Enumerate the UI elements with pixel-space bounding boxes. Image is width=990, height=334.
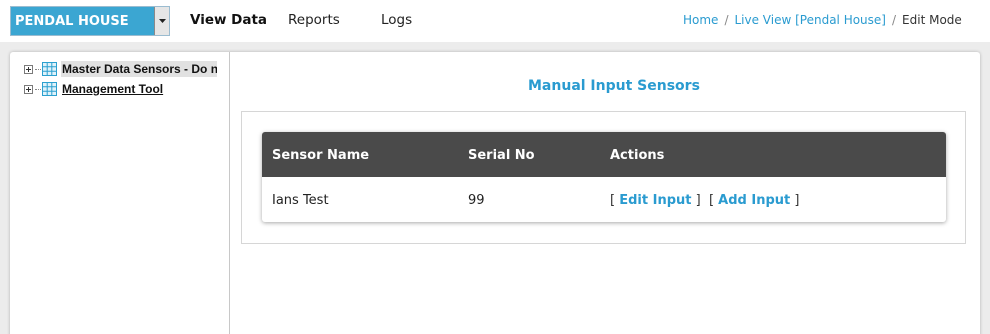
dropdown-arrow-icon[interactable] xyxy=(154,7,169,35)
site-selector-value: PENDAL HOUSE xyxy=(15,13,129,29)
cell-sensor-name: Ians Test xyxy=(272,193,329,208)
breadcrumb-current: Edit Mode xyxy=(902,13,962,27)
bracket-close: ] xyxy=(790,193,800,208)
breadcrumb-live-view[interactable]: Live View [Pendal House] xyxy=(734,13,886,27)
cell-serial-no: 99 xyxy=(468,193,485,208)
grid-icon xyxy=(42,62,57,76)
tree-item-management-tool[interactable]: Management Tool xyxy=(24,80,164,98)
breadcrumb: Home / Live View [Pendal House] / Edit Mode xyxy=(683,13,962,27)
expand-plus-icon[interactable] xyxy=(24,64,33,74)
nav-view-data[interactable]: View Data xyxy=(190,12,267,28)
nav-logs[interactable]: Logs xyxy=(381,12,412,28)
sensors-table: Sensor Name Serial No Actions Ians Test … xyxy=(262,132,946,222)
tree-item-label: Management Tool xyxy=(62,82,164,96)
table-header: Sensor Name Serial No Actions xyxy=(262,132,946,177)
breadcrumb-home[interactable]: Home xyxy=(683,13,718,27)
expand-plus-icon[interactable] xyxy=(24,84,33,94)
bracket-open: [ xyxy=(610,193,620,208)
edit-input-link[interactable]: Edit Input xyxy=(619,193,691,208)
bracket-close: ] xyxy=(691,193,701,208)
sensor-tree: Master Data Sensors - Do no Management T… xyxy=(10,52,230,334)
table-row: Ians Test 99 [ Edit Input ] [ Add Input … xyxy=(262,177,946,222)
nav-reports[interactable]: Reports xyxy=(288,12,340,28)
bracket-open: [ xyxy=(708,193,719,208)
site-selector[interactable]: PENDAL HOUSE xyxy=(10,6,170,36)
breadcrumb-separator: / xyxy=(724,13,729,27)
cell-actions: [ Edit Input ] [ Add Input ] xyxy=(610,193,799,208)
add-input-link[interactable]: Add Input xyxy=(718,193,790,208)
breadcrumb-separator: / xyxy=(891,13,897,27)
sensors-card: Sensor Name Serial No Actions Ians Test … xyxy=(241,111,966,244)
main-panel: Master Data Sensors - Do no Management T… xyxy=(10,52,980,334)
grid-icon xyxy=(42,82,57,96)
tree-connector xyxy=(35,88,41,90)
tree-connector xyxy=(35,68,41,70)
tree-item-label: Master Data Sensors - Do no xyxy=(61,61,217,77)
column-header-actions: Actions xyxy=(610,148,665,163)
column-header-serial-no: Serial No xyxy=(468,148,535,163)
tree-item-master-data-sensors[interactable]: Master Data Sensors - Do no xyxy=(24,60,217,78)
top-bar: PENDAL HOUSE View Data Reports Logs Home… xyxy=(0,0,990,42)
column-header-sensor-name: Sensor Name xyxy=(272,148,370,163)
page-title: Manual Input Sensors xyxy=(528,78,700,94)
